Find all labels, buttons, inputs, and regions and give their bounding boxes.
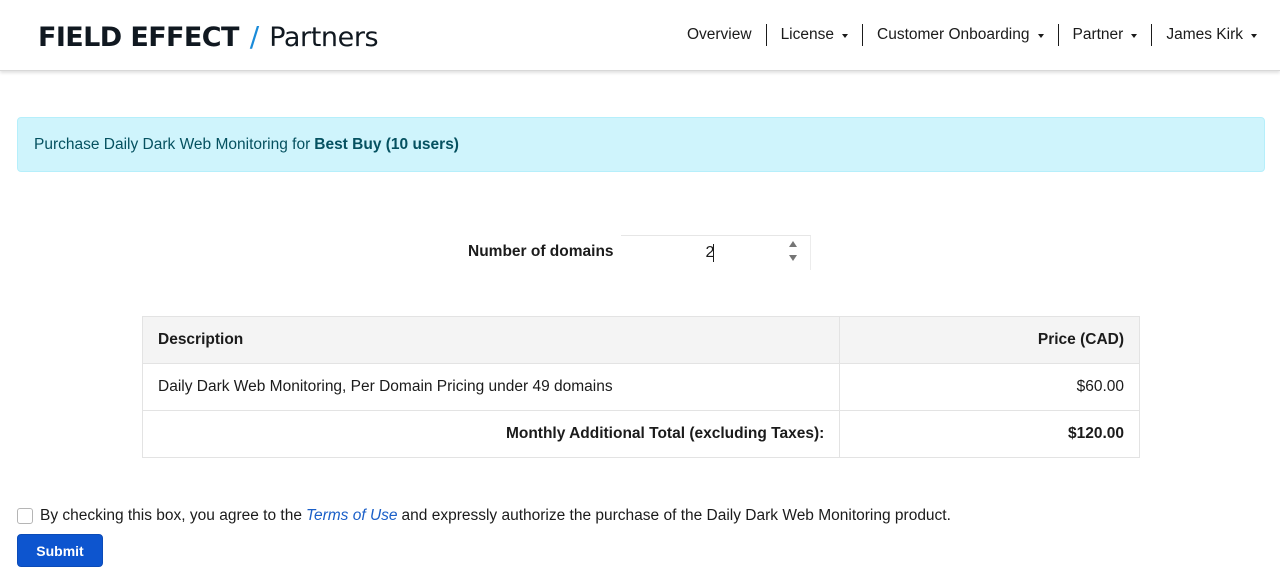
logo-slash: /	[249, 20, 260, 53]
nav-overview-label: Overview	[686, 26, 752, 43]
nav-customer-onboarding-dropdown[interactable]: Customer Onboarding	[862, 24, 1058, 46]
agreement-text-before: By checking this box, you agree to the	[40, 507, 302, 524]
nav-partner-dropdown[interactable]: Partner	[1057, 24, 1152, 46]
table-total-row: Monthly Additional Total (excluding Taxe…	[141, 410, 1140, 458]
price-table: Description Price (CAD) Daily Dark Web M…	[141, 316, 1140, 458]
table-header-row: Description Price (CAD)	[141, 316, 1140, 364]
caret-down-icon	[842, 34, 848, 38]
text-cursor	[713, 244, 714, 262]
top-header: FIELD EFFECT / Partners Overview License…	[0, 0, 1280, 71]
purchase-info-alert: Purchase Daily Dark Web Monitoring for B…	[17, 117, 1265, 172]
domains-input-wrapper	[621, 235, 811, 270]
field-effect-partners-logo[interactable]: FIELD EFFECT / Partners	[38, 20, 379, 56]
nav-user-name-label: James Kirk	[1166, 26, 1243, 43]
caret-down-icon	[1037, 34, 1044, 38]
terms-agreement: By checking this box, you agree to the T…	[17, 506, 951, 526]
spinner-up-arrow-icon[interactable]	[789, 241, 797, 247]
nav-user-menu-dropdown[interactable]: James Kirk	[1151, 24, 1257, 46]
spinner-down-arrow-icon[interactable]	[789, 255, 797, 261]
domains-label: Number of domains	[468, 243, 614, 260]
nav-customer-onboarding-label: Customer Onboarding	[877, 26, 1030, 43]
alert-prefix-text: Purchase Daily Dark Web Monitoring for	[34, 135, 311, 153]
row-description: Daily Dark Web Monitoring, Per Domain Pr…	[141, 363, 841, 411]
header-price: Price (CAD)	[839, 316, 1140, 364]
nav-license-dropdown[interactable]: License	[765, 24, 862, 46]
row-price: $60.00	[839, 363, 1140, 411]
submit-button[interactable]: Submit	[17, 534, 103, 567]
header-description: Description	[141, 316, 841, 364]
nav-partner-label: Partner	[1072, 26, 1124, 43]
logo-brand-text: FIELD EFFECT	[38, 22, 239, 53]
total-label: Monthly Additional Total (excluding Taxe…	[141, 410, 841, 458]
alert-customer-name: Best Buy (10 users)	[314, 135, 459, 153]
caret-down-icon	[1251, 34, 1257, 38]
agreement-text-after: and expressly authorize the purchase of …	[401, 507, 951, 524]
terms-agreement-checkbox[interactable]	[17, 508, 33, 524]
caret-down-icon	[1131, 34, 1138, 38]
total-value: $120.00	[839, 410, 1140, 458]
logo-partners-text: Partners	[269, 22, 379, 53]
nav-overview[interactable]: Overview	[687, 24, 766, 46]
terms-of-use-link[interactable]: Terms of Use	[306, 507, 398, 525]
nav-license-label: License	[780, 26, 834, 43]
table-row: Daily Dark Web Monitoring, Per Domain Pr…	[141, 363, 1140, 411]
domains-number-spinner[interactable]	[789, 241, 799, 263]
number-of-domains-input[interactable]	[621, 236, 781, 270]
main-nav: Overview License Customer Onboarding Par…	[687, 22, 1257, 48]
